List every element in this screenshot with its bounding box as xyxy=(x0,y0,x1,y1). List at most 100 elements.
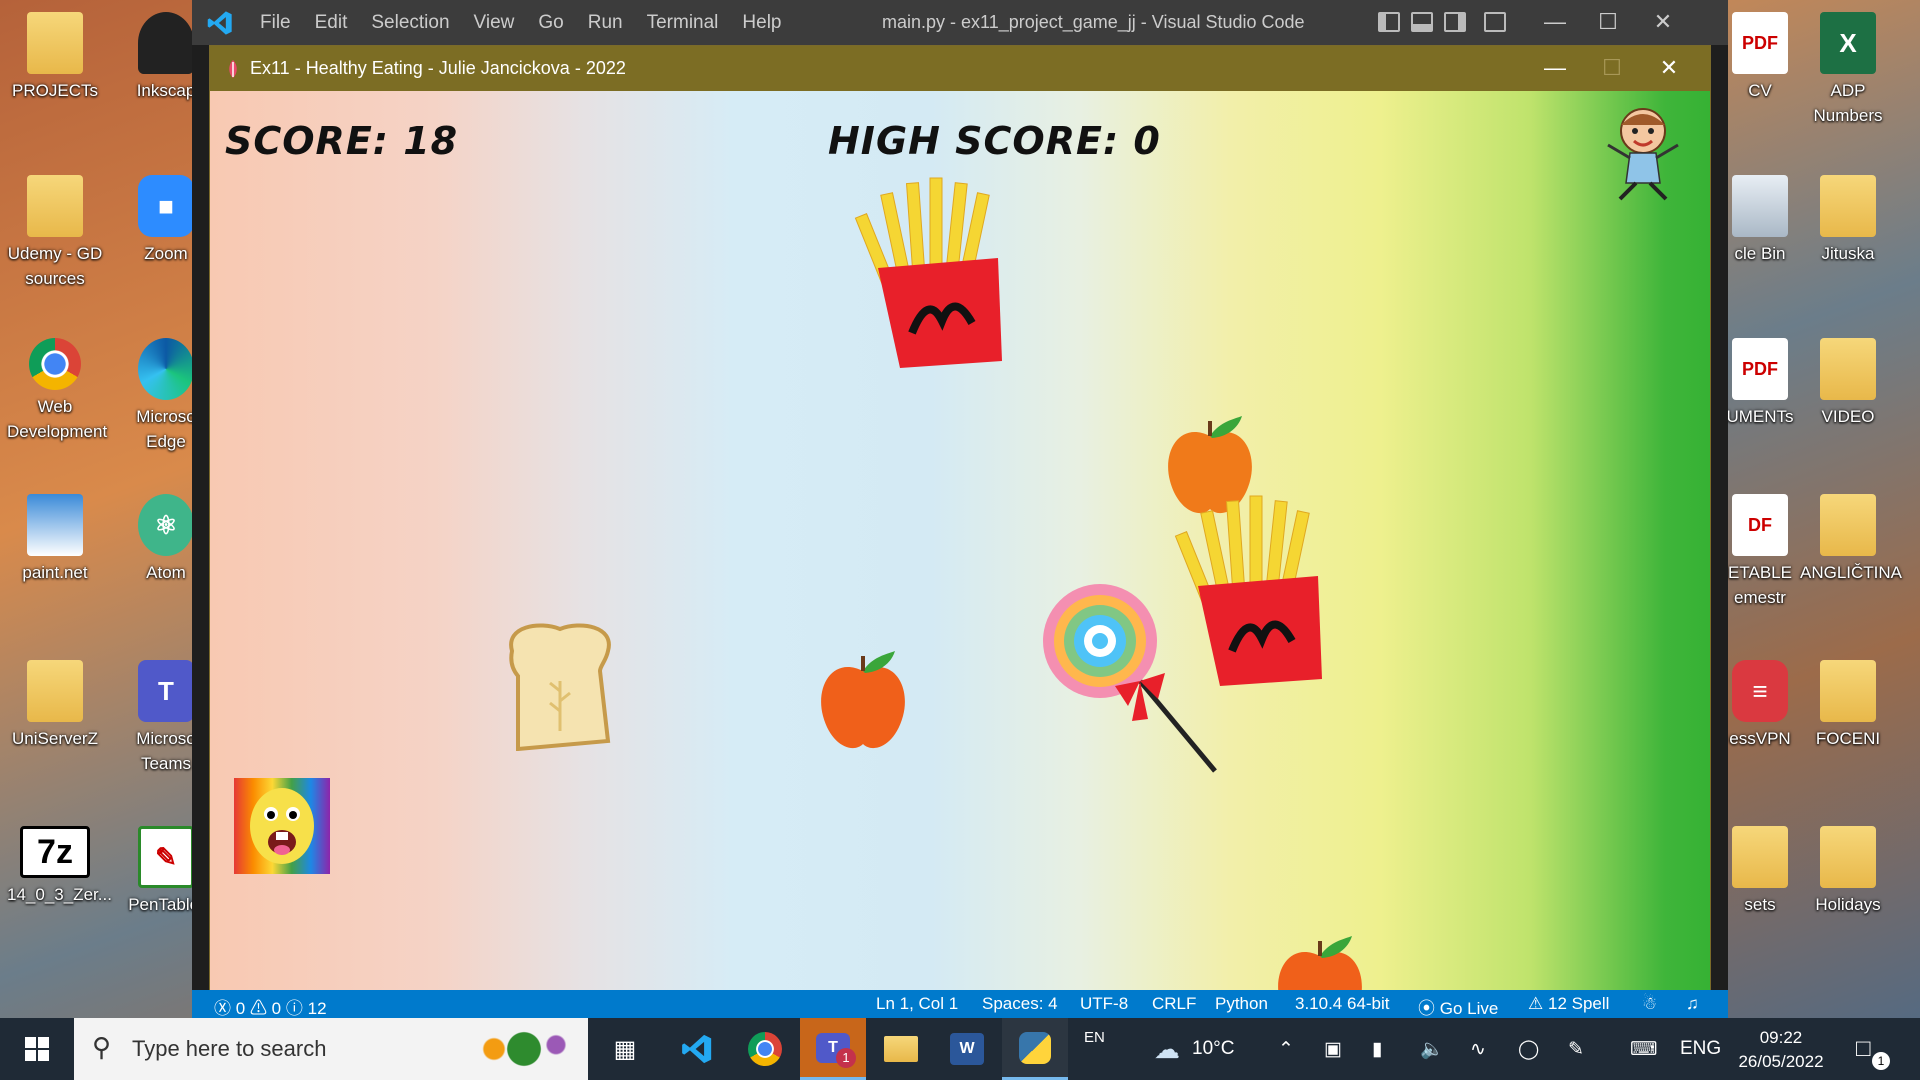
clock-date: 26/05/2022 xyxy=(1738,1052,1824,1071)
pdf-icon: PDF xyxy=(1732,338,1788,400)
edge-icon xyxy=(138,338,194,400)
go-live-button[interactable]: ⦿ Go Live xyxy=(1418,994,1498,1019)
inkscape-icon xyxy=(138,12,194,74)
toggle-primary-sidebar-icon[interactable] xyxy=(1378,12,1400,32)
desktop-icon-7zip[interactable]: 7z 14_0_3_Zer... xyxy=(7,826,112,907)
language-mode[interactable]: Python xyxy=(1215,994,1268,1014)
folder-icon xyxy=(27,175,83,237)
webcam-icon[interactable]: ◯ xyxy=(1518,1018,1539,1080)
taskbar-search-box[interactable]: ⚲ Type here to search xyxy=(74,1018,588,1080)
cloud-icon: ☁ xyxy=(1154,1033,1180,1064)
menu-edit[interactable]: Edit xyxy=(303,12,360,34)
zoom-icon: ■ xyxy=(138,175,194,237)
teams-icon: T xyxy=(138,660,194,722)
desktop-icon-adp-numbers[interactable]: X ADP Numbers xyxy=(1800,12,1896,128)
notifications-count: 1 xyxy=(1872,1052,1890,1070)
minimize-icon[interactable]: — xyxy=(1535,52,1575,84)
python-feather-icon xyxy=(229,59,237,78)
spell-check-indicator[interactable]: ⚠ 12 Spell xyxy=(1528,994,1609,1014)
taskbar-chrome[interactable] xyxy=(732,1018,798,1080)
taskbar: ⚲ Type here to search ▦ T 1 W EN ☁ 10°C … xyxy=(0,1018,1920,1080)
weather-widget[interactable]: ☁ 10°C xyxy=(1154,1018,1234,1080)
touch-keyboard-icon[interactable]: ⌨ xyxy=(1630,1018,1657,1080)
language-indicator[interactable]: ENG xyxy=(1680,1018,1721,1080)
desktop-icon-udemy[interactable]: Udemy - GD sources xyxy=(7,175,103,291)
desktop-icon-video[interactable]: VIDEO xyxy=(1800,338,1896,429)
maximize-icon[interactable]: ☐ xyxy=(1585,6,1631,38)
menu-selection[interactable]: Selection xyxy=(359,12,461,34)
python-interpreter[interactable]: 3.10.4 64-bit xyxy=(1295,994,1390,1014)
teams-badge: 1 xyxy=(836,1048,856,1068)
error-count: 0 xyxy=(235,999,246,1018)
desktop-icon-anglictina[interactable]: ANGLIČTINA xyxy=(1800,494,1902,585)
toggle-panel-icon[interactable] xyxy=(1411,12,1433,32)
desktop-icon-jituska[interactable]: Jituska xyxy=(1800,175,1896,266)
error-icon: Ⓧ xyxy=(214,999,231,1018)
taskbar-teams[interactable]: T 1 xyxy=(800,1018,866,1080)
search-icon: ⚲ xyxy=(92,1032,112,1062)
excel-icon: X xyxy=(1820,12,1876,74)
ime-indicator[interactable]: EN xyxy=(1084,1006,1105,1068)
game-window: Ex11 - Healthy Eating - Julie Jancickova… xyxy=(209,45,1711,990)
meet-now-icon[interactable]: ▣ xyxy=(1324,1018,1342,1080)
desktop-icon-foceni[interactable]: FOCENI xyxy=(1800,660,1896,751)
desktop-icon-paintnet[interactable]: paint.net xyxy=(7,494,103,585)
warning-count: 0 xyxy=(271,999,282,1018)
taskbar-word[interactable]: W xyxy=(934,1018,1000,1080)
toggle-secondary-sidebar-icon[interactable] xyxy=(1444,12,1466,32)
battery-icon[interactable]: ▮ xyxy=(1372,1018,1382,1080)
game-canvas[interactable]: SCORE: 18 HIGH SCORE: 0 xyxy=(210,91,1710,990)
indentation[interactable]: Spaces: 4 xyxy=(982,994,1058,1014)
broadcast-icon: ⦿ xyxy=(1418,999,1435,1018)
desktop-icon-projects[interactable]: PROJECTs xyxy=(7,12,103,103)
wifi-icon[interactable]: ∿ xyxy=(1470,1018,1486,1080)
minimize-icon[interactable]: — xyxy=(1532,6,1578,38)
vscode-titlebar: File Edit Selection View Go Run Terminal… xyxy=(192,0,1728,45)
task-view-icon[interactable]: ▦ xyxy=(592,1018,658,1080)
pen-icon[interactable]: ✎ xyxy=(1568,1018,1584,1080)
chevron-up-icon[interactable]: ⌃ xyxy=(1278,1018,1294,1080)
atom-icon: ⚛ xyxy=(138,494,194,556)
notifications-bell-icon[interactable]: ♫ xyxy=(1686,994,1699,1014)
desktop-icon-web-development[interactable]: Web Development xyxy=(7,338,107,444)
chrome-icon xyxy=(29,338,81,390)
folder-icon xyxy=(1820,338,1876,400)
clock[interactable]: 09:22 26/05/2022 xyxy=(1726,1026,1836,1074)
taskbar-vscode[interactable] xyxy=(664,1018,730,1080)
menu-go[interactable]: Go xyxy=(526,12,575,34)
taskbar-python[interactable] xyxy=(1002,1018,1068,1080)
desktop-icon-uniserverz[interactable]: UniServerZ xyxy=(7,660,103,751)
customize-layout-icon[interactable] xyxy=(1484,12,1506,32)
menu-help[interactable]: Help xyxy=(730,12,793,34)
player-character xyxy=(1607,108,1679,201)
info-icon: ⓘ xyxy=(285,999,303,1018)
end-of-line[interactable]: CRLF xyxy=(1152,994,1196,1014)
problems-indicator[interactable]: Ⓧ 0 ⚠ 0 ⓘ 12 xyxy=(214,994,327,1019)
vscode-statusbar: Ⓧ 0 ⚠ 0 ⓘ 12 Ln 1, Col 1 Spaces: 4 UTF-8… xyxy=(192,990,1728,1018)
notifications-icon[interactable]: □ xyxy=(1856,1018,1871,1080)
game-title: Ex11 - Healthy Eating - Julie Jancickova… xyxy=(250,58,626,78)
feedback-icon[interactable]: ☃ xyxy=(1642,994,1657,1014)
vscode-logo-icon xyxy=(207,10,232,35)
windows-start-icon[interactable] xyxy=(4,1018,70,1080)
folder-icon xyxy=(1732,826,1788,888)
close-icon[interactable]: ✕ xyxy=(1640,6,1686,38)
menu-run[interactable]: Run xyxy=(576,12,635,34)
folder-icon xyxy=(1820,175,1876,237)
cursor-position[interactable]: Ln 1, Col 1 xyxy=(876,994,958,1014)
game-titlebar: Ex11 - Healthy Eating - Julie Jancickova… xyxy=(210,46,1710,91)
volume-icon[interactable]: 🔈 xyxy=(1420,1018,1444,1080)
menu-view[interactable]: View xyxy=(462,12,527,34)
fries-sprite xyxy=(854,177,1002,368)
maximize-icon[interactable]: ☐ xyxy=(1592,52,1632,84)
menu-file[interactable]: File xyxy=(248,12,303,34)
bread-sprite xyxy=(509,623,611,751)
close-icon[interactable]: ✕ xyxy=(1649,52,1689,84)
word-icon: W xyxy=(950,1033,984,1065)
menu-terminal[interactable]: Terminal xyxy=(635,12,731,34)
desktop-icon-holidays[interactable]: Holidays xyxy=(1800,826,1896,917)
chrome-icon xyxy=(748,1032,782,1066)
score-label: SCORE: 18 xyxy=(225,119,459,163)
taskbar-file-explorer[interactable] xyxy=(868,1018,934,1080)
vscode-icon xyxy=(682,1034,712,1064)
